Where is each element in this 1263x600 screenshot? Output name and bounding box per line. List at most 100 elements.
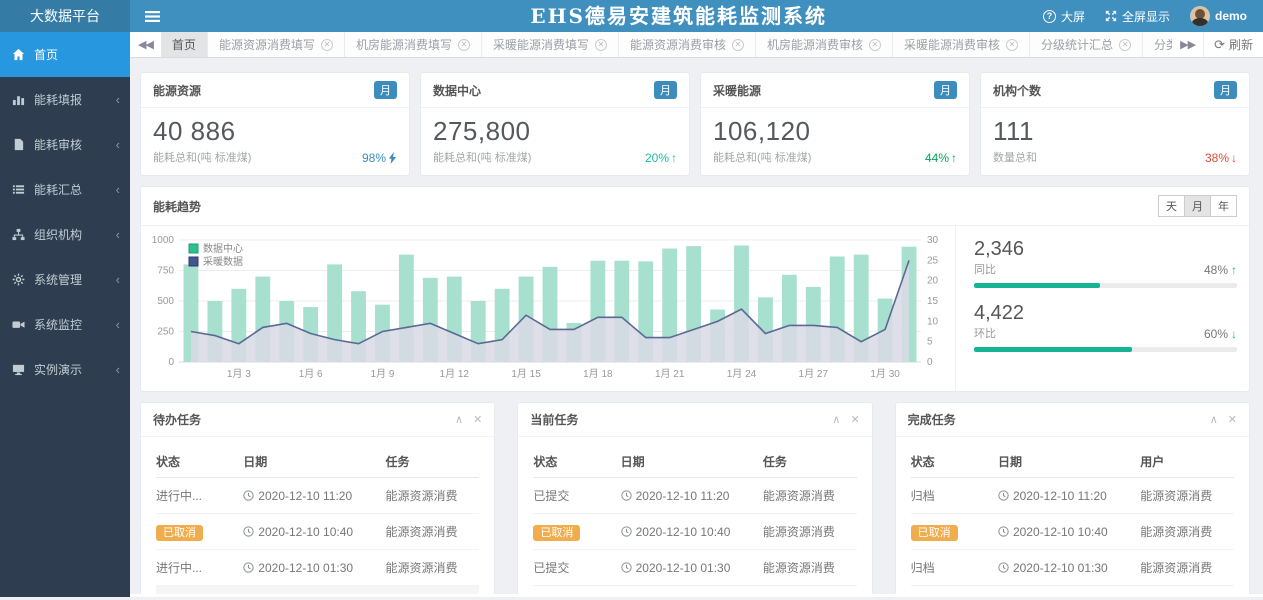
clock-icon [998, 526, 1009, 537]
fullscreen-icon [1105, 10, 1117, 22]
tab-close-icon[interactable]: ✕ [458, 39, 470, 51]
tab-采暖能源消费审核[interactable]: 采暖能源消费审核✕ [893, 32, 1030, 57]
tab-能源资源消费填写[interactable]: 能源资源消费填写✕ [208, 32, 345, 57]
clock-icon [621, 562, 632, 573]
sidebar-item-首页[interactable]: 首页 [0, 32, 130, 77]
item-text: 能源资源消费 [1140, 489, 1212, 503]
stat-card-title: 采暖能源 [713, 82, 761, 99]
page-title: EHS德易安建筑能耗监测系统 [530, 0, 827, 32]
close-icon[interactable]: ✕ [1228, 413, 1237, 426]
column-header: 日期 [621, 445, 763, 478]
sidebar-item-实例演示[interactable]: 实例演示‹ [0, 347, 130, 392]
svg-text:750: 750 [157, 266, 174, 277]
svg-text:500: 500 [157, 296, 174, 307]
sidebar-item-能耗汇总[interactable]: 能耗汇总‹ [0, 167, 130, 212]
sidebar-item-label: 能耗审核 [34, 136, 82, 153]
tab-分级统计汇总[interactable]: 分级统计汇总✕ [1030, 32, 1143, 57]
svg-text:30: 30 [927, 235, 939, 246]
question-circle-icon: ? [1043, 10, 1056, 23]
task-panel-当前任务: 当前任务 ∧ ✕ 状态日期任务 已提交 2020-12-10 11:20 能源资… [517, 402, 872, 594]
tab-label: 采暖能源消费填写 [493, 36, 589, 53]
tab-close-icon[interactable]: ✕ [321, 39, 333, 51]
home-icon [12, 48, 28, 61]
collapse-icon[interactable]: ∧ [455, 413, 463, 426]
chevron-left-icon: ‹ [116, 183, 120, 196]
trend-stat-value: 2,346 [974, 238, 1237, 261]
user-menu[interactable]: demo [1190, 6, 1247, 26]
tab-首页[interactable]: 首页 [161, 32, 208, 57]
svg-text:1月 27: 1月 27 [799, 368, 829, 380]
range-button-年[interactable]: 年 [1210, 195, 1237, 217]
stat-percent: 44% ↑ [925, 151, 957, 165]
tab-分类统计汇总[interactable]: 分类统计汇总✕ [1143, 32, 1172, 57]
panel-title: 完成任务 [908, 411, 956, 428]
refresh-label: 刷新 [1229, 36, 1253, 53]
svg-text:1月 12: 1月 12 [440, 368, 470, 380]
stat-percent: 20% ↑ [645, 151, 677, 165]
header-actions: ? 大屏 全屏显示 demo [1043, 6, 1263, 26]
svg-text:1月 6: 1月 6 [299, 368, 323, 380]
tab-机房能源消费填写[interactable]: 机房能源消费填写 ✕ [345, 32, 482, 57]
sidebar-item-组织机构[interactable]: 组织机构‹ [0, 212, 130, 257]
tab-能源资源消费审核[interactable]: 能源资源消费审核✕ [619, 32, 756, 57]
collapse-icon[interactable]: ∧ [832, 413, 840, 426]
svg-text:1月 9: 1月 9 [370, 368, 394, 380]
svg-text:25: 25 [927, 255, 939, 266]
progress-bar [974, 347, 1237, 352]
task-panel-待办任务: 待办任务 ∧ ✕ 状态日期任务 进行中... 2020-12-10 11:20 … [140, 402, 495, 594]
table-row: 已取消 2020-12-10 10:40 能源资源消费 [911, 514, 1234, 550]
chevron-left-icon: ‹ [116, 273, 120, 286]
brand-logo[interactable]: 大数据平台 [0, 0, 130, 32]
list-icon [12, 183, 28, 196]
big-screen-button[interactable]: ? 大屏 [1043, 8, 1085, 25]
date-text: 2020-12-10 01:30 [258, 561, 353, 575]
item-text: 能源资源消费 [386, 525, 458, 539]
collapse-icon[interactable]: ∧ [1210, 413, 1218, 426]
tab-bar: ◀◀ 首页能源资源消费填写✕机房能源消费填写✕采暖能源消费填写✕能源资源消费审核… [130, 32, 1263, 58]
sitemap-icon [12, 228, 28, 241]
stat-label: 能耗总和(吨 标准煤) [713, 149, 811, 165]
sidebar-item-能耗审核[interactable]: 能耗审核‹ [0, 122, 130, 167]
fullscreen-label: 全屏显示 [1122, 8, 1170, 25]
big-screen-label: 大屏 [1061, 8, 1085, 25]
main-content: 能源资源 月 40 886 能耗总和(吨 标准煤) 98% 数据中心 月 275… [130, 58, 1263, 594]
sidebar-item-系统监控[interactable]: 系统监控‹ [0, 302, 130, 347]
range-button-天[interactable]: 天 [1158, 195, 1185, 217]
item-text: 能源资源消费 [1140, 561, 1212, 575]
fullscreen-button[interactable]: 全屏显示 [1105, 8, 1170, 25]
gear-icon [12, 273, 28, 286]
task-tables-row: 待办任务 ∧ ✕ 状态日期任务 进行中... 2020-12-10 11:20 … [140, 402, 1250, 594]
tab-close-icon[interactable]: ✕ [1006, 39, 1018, 51]
tab-采暖能源消费填写[interactable]: 采暖能源消费填写 ✕ [482, 32, 619, 57]
status-text: 归档 [911, 561, 935, 575]
stat-value: 106,120 [713, 116, 957, 147]
tab-close-icon[interactable]: ✕ [732, 39, 744, 51]
refresh-button[interactable]: ⟳ 刷新 [1203, 32, 1263, 57]
sidebar-toggle-button[interactable] [130, 0, 174, 32]
range-button-月[interactable]: 月 [1184, 195, 1211, 217]
tab-机房能源消费审核[interactable]: 机房能源消费审核✕ [756, 32, 893, 57]
table-row: 归档 2020-12-10 11:20 能源资源消费 [911, 478, 1234, 514]
clock-icon [621, 526, 632, 537]
trend-stat-label: 同比 [974, 261, 996, 277]
tabs-scroll-right-button[interactable]: ▶▶ [1172, 32, 1203, 57]
tab-label: 机房能源消费填写 [356, 36, 452, 53]
trend-card: 能耗趋势 天月年 025050075010000510152025301月 31… [140, 186, 1250, 392]
tab-close-icon[interactable]: ✕ [595, 39, 607, 51]
stat-card-能源资源: 能源资源 月 40 886 能耗总和(吨 标准煤) 98% [140, 72, 410, 176]
stat-value: 275,800 [433, 116, 677, 147]
item-text: 能源资源消费 [763, 525, 835, 539]
desktop-icon [12, 363, 28, 376]
trend-stat-同比: 2,346 同比 48% ↑ [974, 238, 1237, 288]
close-icon[interactable]: ✕ [473, 413, 482, 426]
close-icon[interactable]: ✕ [850, 413, 859, 426]
tab-close-icon[interactable]: ✕ [1119, 39, 1131, 51]
item-text: 能源资源消费 [1140, 525, 1212, 539]
tabs-scroll-left-button[interactable]: ◀◀ [130, 32, 161, 57]
tab-close-icon[interactable]: ✕ [869, 39, 881, 51]
panel-title: 当前任务 [530, 411, 578, 428]
task-table: 状态日期用户 归档 2020-12-10 11:20 能源资源消费 已取消 20… [911, 445, 1234, 594]
sidebar-item-能耗填报[interactable]: 能耗填报‹ [0, 77, 130, 122]
hamburger-icon [145, 11, 160, 22]
sidebar-item-系统管理[interactable]: 系统管理‹ [0, 257, 130, 302]
